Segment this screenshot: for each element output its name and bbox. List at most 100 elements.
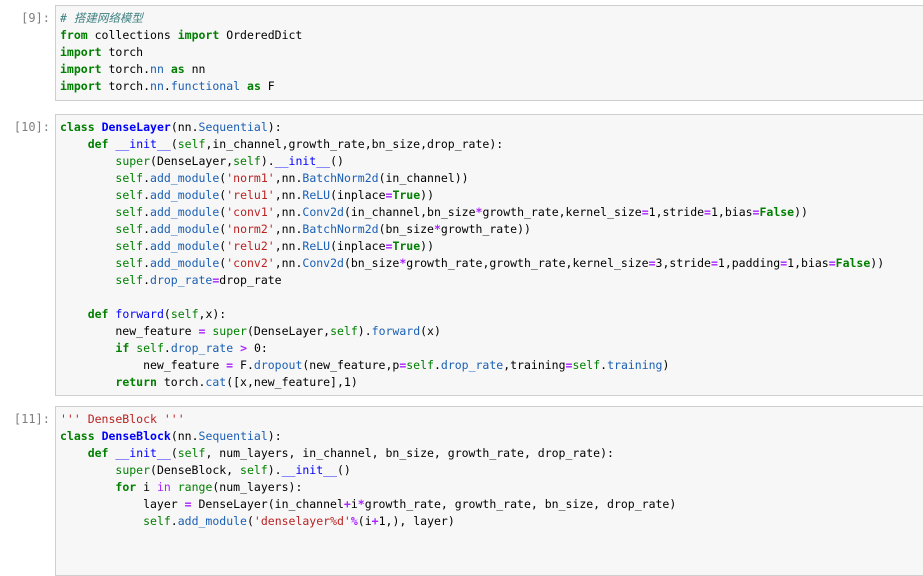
code-token: ): [267, 429, 282, 443]
code-token: functional [170, 79, 241, 93]
code-token: self [233, 154, 261, 168]
code-token: self [177, 137, 206, 151]
code-token: for [115, 480, 137, 494]
code-token: range [177, 480, 213, 494]
code-token: * [357, 497, 365, 511]
code-token: self [115, 256, 144, 270]
code-token: self [115, 205, 144, 219]
code-token: __init__ [281, 463, 337, 477]
code-token: Sequential [198, 120, 268, 134]
code-token: BatchNorm2d [302, 171, 379, 185]
code-token: (i [357, 514, 372, 528]
code-token: > [240, 341, 248, 355]
code-token: # 搭建网络模型 [60, 11, 143, 25]
code-token: 0 [253, 341, 261, 355]
code-line: super(DenseLayer,self).__init__() [60, 154, 344, 168]
code-token: (in_channel,bn_size [343, 205, 476, 219]
code-token: . [143, 62, 151, 76]
code-token: torch [101, 79, 144, 93]
code-token: False [835, 256, 871, 270]
code-token: add_module [150, 256, 220, 270]
code-token: ,stride [662, 256, 711, 270]
code-line: layer = DenseLayer(in_channel+i*growth_r… [60, 497, 676, 511]
code-token: import [60, 79, 102, 93]
code-input-area[interactable]: class DenseLayer(nn.Sequential): def __i… [55, 114, 923, 396]
code-token: ,nn [274, 188, 296, 202]
code-token: add_module [150, 188, 220, 202]
code-token: def [87, 137, 109, 151]
code-token: )) [870, 256, 885, 270]
code-token: import [60, 62, 102, 76]
code-token: super [115, 463, 151, 477]
code-token: dropout [253, 358, 303, 372]
code-input-area[interactable]: # 搭建网络模型 from collections import Ordered… [55, 5, 923, 101]
code-token: ReLU [302, 188, 331, 202]
code-token: nn [150, 79, 164, 93]
code-token: ( [246, 514, 254, 528]
code-line: super(DenseBlock, self).__init__() [60, 463, 350, 477]
code-token: nn [150, 62, 164, 76]
code-token: self [240, 463, 268, 477]
code-text[interactable]: ''' DenseBlock ''' class DenseBlock(nn.S… [56, 407, 923, 530]
code-token: . [267, 154, 275, 168]
code-token: (inplace [330, 188, 386, 202]
code-token: __init__ [274, 154, 331, 168]
code-token: + [371, 514, 379, 528]
code-token: ([x,new_feature], [226, 375, 344, 389]
code-token: BatchNorm2d [302, 222, 379, 236]
code-line: import torch [60, 45, 143, 59]
code-token: as [247, 79, 261, 93]
code-token: (bn_size [343, 256, 400, 270]
code-input-area[interactable]: ''' DenseBlock ''' class DenseBlock(nn.S… [55, 406, 923, 576]
code-token: self [177, 446, 206, 460]
code-token: def [87, 446, 109, 460]
code-token: add_module [177, 514, 247, 528]
code-token: True [392, 239, 421, 253]
code-token: ) [350, 375, 358, 389]
code-token: ) [267, 463, 275, 477]
code-token: 1 [717, 256, 725, 270]
code-token: 1 [648, 205, 656, 219]
code-line: self.drop_rate=drop_rate [60, 273, 281, 287]
code-token: (new_feature,p [302, 358, 400, 372]
code-token: Sequential [198, 429, 268, 443]
code-token: add_module [150, 171, 220, 185]
code-token: ,), layer) [385, 514, 455, 528]
code-token: self [143, 514, 171, 528]
code-token: . [191, 429, 199, 443]
code-token: forward [371, 324, 421, 338]
code-token: import [177, 28, 220, 42]
code-token: ''' DenseBlock ''' [60, 412, 185, 426]
code-token: Conv2d [302, 205, 344, 219]
code-token: = [641, 205, 649, 219]
code-token: (DenseBlock, [150, 463, 241, 477]
code-token: . [163, 79, 171, 93]
code-token: , num_layers, in_channel, bn_size, growt… [205, 446, 614, 460]
code-token: growth_rate, growth_rate, bn_size, drop_… [364, 497, 677, 511]
code-token: 'norm2' [226, 222, 275, 236]
code-text[interactable]: # 搭建网络模型 from collections import Ordered… [56, 6, 923, 95]
code-text[interactable]: class DenseLayer(nn.Sequential): def __i… [56, 115, 923, 391]
code-token: F [233, 358, 247, 372]
code-token: = [828, 256, 836, 270]
code-token: ReLU [302, 239, 331, 253]
code-token: (in_channel)) [378, 171, 469, 185]
code-token: ) [357, 324, 365, 338]
code-token: (inplace [330, 239, 386, 253]
code-token: . [191, 120, 199, 134]
code-token: . [246, 358, 254, 372]
code-token: : [260, 341, 268, 355]
code-token: . [143, 205, 151, 219]
code-token: . [143, 222, 151, 236]
code-token: new_feature [60, 324, 199, 338]
code-token: growth_rate,kernel_size [482, 205, 642, 219]
code-token: super [212, 324, 247, 338]
code-token: = [184, 497, 192, 511]
code-token: True [392, 188, 421, 202]
